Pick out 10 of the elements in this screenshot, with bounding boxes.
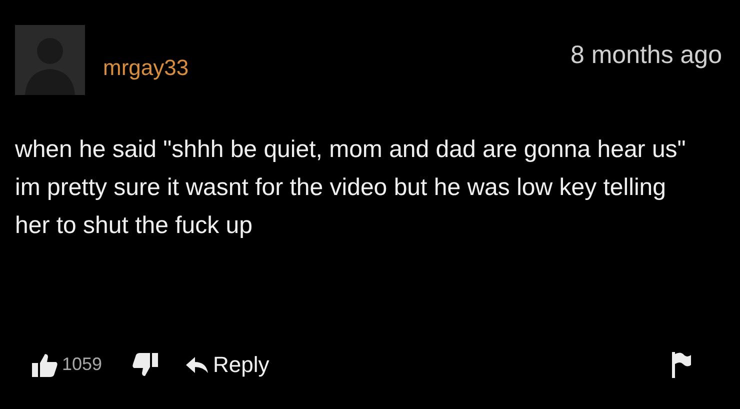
thumbs-down-icon[interactable] xyxy=(132,352,158,376)
comment-text: when he said "shhh be quiet, mom and dad are gonna hear us" im pretty sure it wasnt for the video but he was low key telling her to shut the fuck up xyxy=(15,135,687,241)
timestamp: 8 months ago xyxy=(570,43,722,68)
thumbs-up-icon[interactable] xyxy=(32,352,58,376)
flag-icon[interactable] xyxy=(671,352,691,378)
avatar-icon xyxy=(15,25,85,95)
reply-button[interactable]: Reply xyxy=(186,348,270,381)
reply-arrow-icon xyxy=(186,356,208,372)
like-count: 1059 xyxy=(62,353,102,376)
username[interactable]: mrgay33 xyxy=(103,57,189,79)
